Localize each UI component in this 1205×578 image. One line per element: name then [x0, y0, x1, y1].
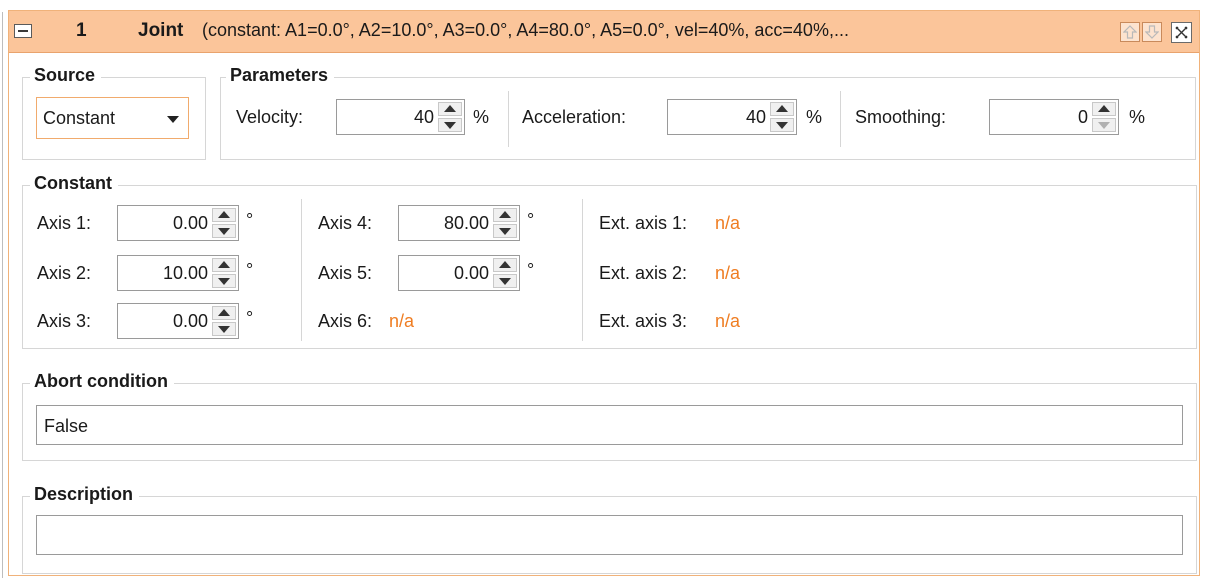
- axis-5-value: 0.00: [453, 263, 489, 283]
- velocity-value: 40: [413, 107, 434, 127]
- acceleration-value: 40: [745, 107, 766, 127]
- acceleration-stepper[interactable]: 40: [667, 99, 797, 135]
- parameters-divider: [840, 91, 841, 147]
- axis-3-label: Axis 3:: [37, 311, 92, 331]
- close-icon[interactable]: [1171, 22, 1192, 43]
- axis-4-label: Axis 4:: [318, 213, 373, 233]
- velocity-decrease-icon[interactable]: [438, 118, 462, 132]
- axis-3-increase-icon[interactable]: [212, 306, 236, 320]
- axis-1-value: 0.00: [172, 213, 208, 233]
- axis-5-increase-icon[interactable]: [493, 258, 517, 272]
- axis-4-value: 80.00: [443, 213, 489, 233]
- axis-1-stepper[interactable]: 0.00: [117, 205, 239, 241]
- ext-axis-1-label: Ext. axis 1:: [599, 213, 688, 233]
- smoothing-unit: %: [1129, 107, 1146, 127]
- source-legend: Source: [30, 65, 102, 86]
- acceleration-label: Acceleration:: [522, 107, 627, 127]
- velocity-stepper[interactable]: 40: [336, 99, 465, 135]
- smoothing-stepper[interactable]: 0: [989, 99, 1119, 135]
- move-up-icon[interactable]: [1120, 22, 1140, 42]
- ext-axis-2-value: n/a: [715, 263, 741, 283]
- move-down-icon[interactable]: [1142, 22, 1162, 42]
- chevron-down-icon[interactable]: [167, 116, 179, 123]
- axis-6-value: n/a: [389, 311, 415, 331]
- axis-5-unit: °: [527, 260, 535, 280]
- smoothing-decrease-icon[interactable]: [1092, 118, 1116, 132]
- axis-1-label: Axis 1:: [37, 213, 92, 233]
- abort-condition-field[interactable]: False: [36, 405, 1183, 445]
- axis-2-decrease-icon[interactable]: [212, 274, 236, 288]
- axis-1-decrease-icon[interactable]: [212, 224, 236, 238]
- command-summary: (constant: A1=0.0°, A2=10.0°, A3=0.0°, A…: [202, 20, 849, 40]
- axis-2-label: Axis 2:: [37, 263, 92, 283]
- constant-divider: [301, 199, 302, 341]
- axis-2-unit: °: [246, 260, 254, 280]
- panel-header[interactable]: 1 Joint (constant: A1=0.0°, A2=10.0°, A3…: [9, 11, 1199, 53]
- parameters-divider: [508, 91, 509, 147]
- smoothing-label: Smoothing:: [855, 107, 947, 127]
- axis-2-increase-icon[interactable]: [212, 258, 236, 272]
- axis-4-stepper[interactable]: 80.00: [398, 205, 520, 241]
- command-title: Joint: [138, 20, 184, 41]
- velocity-label: Velocity:: [236, 107, 304, 127]
- joint-command-panel: 1 Joint (constant: A1=0.0°, A2=10.0°, A3…: [8, 10, 1200, 576]
- axis-2-stepper[interactable]: 10.00: [117, 255, 239, 291]
- smoothing-value: 0: [1077, 107, 1088, 127]
- abort-condition-value: False: [44, 416, 89, 436]
- description-legend: Description: [30, 484, 140, 505]
- ext-axis-3-label: Ext. axis 3:: [599, 311, 688, 331]
- constant-legend: Constant: [30, 173, 118, 194]
- axis-2-value: 10.00: [162, 263, 208, 283]
- axis-5-decrease-icon[interactable]: [493, 274, 517, 288]
- panel-left-edge: [2, 12, 3, 578]
- command-number: 1: [76, 20, 87, 41]
- axis-1-increase-icon[interactable]: [212, 208, 236, 222]
- source-select[interactable]: Constant: [36, 97, 189, 139]
- axis-1-unit: °: [246, 210, 254, 230]
- acceleration-unit: %: [806, 107, 823, 127]
- smoothing-increase-icon[interactable]: [1092, 102, 1116, 116]
- source-select-value: Constant: [43, 108, 116, 128]
- axis-4-unit: °: [527, 210, 535, 230]
- ext-axis-1-value: n/a: [715, 213, 741, 233]
- axis-5-stepper[interactable]: 0.00: [398, 255, 520, 291]
- constant-divider: [582, 199, 583, 341]
- axis-3-stepper[interactable]: 0.00: [117, 303, 239, 339]
- axis-4-decrease-icon[interactable]: [493, 224, 517, 238]
- axis-3-value: 0.00: [172, 311, 208, 331]
- axis-4-increase-icon[interactable]: [493, 208, 517, 222]
- ext-axis-3-value: n/a: [715, 311, 741, 331]
- axis-5-label: Axis 5:: [318, 263, 373, 283]
- axis-3-unit: °: [246, 308, 254, 328]
- velocity-unit: %: [473, 107, 490, 127]
- velocity-increase-icon[interactable]: [438, 102, 462, 116]
- ext-axis-2-label: Ext. axis 2:: [599, 263, 688, 283]
- acceleration-decrease-icon[interactable]: [770, 118, 794, 132]
- parameters-legend: Parameters: [226, 65, 335, 86]
- collapse-icon[interactable]: [14, 24, 32, 38]
- axis-6-label: Axis 6:: [318, 311, 373, 331]
- abort-condition-legend: Abort condition: [30, 371, 174, 392]
- description-field[interactable]: [36, 515, 1183, 555]
- axis-3-decrease-icon[interactable]: [212, 322, 236, 336]
- acceleration-increase-icon[interactable]: [770, 102, 794, 116]
